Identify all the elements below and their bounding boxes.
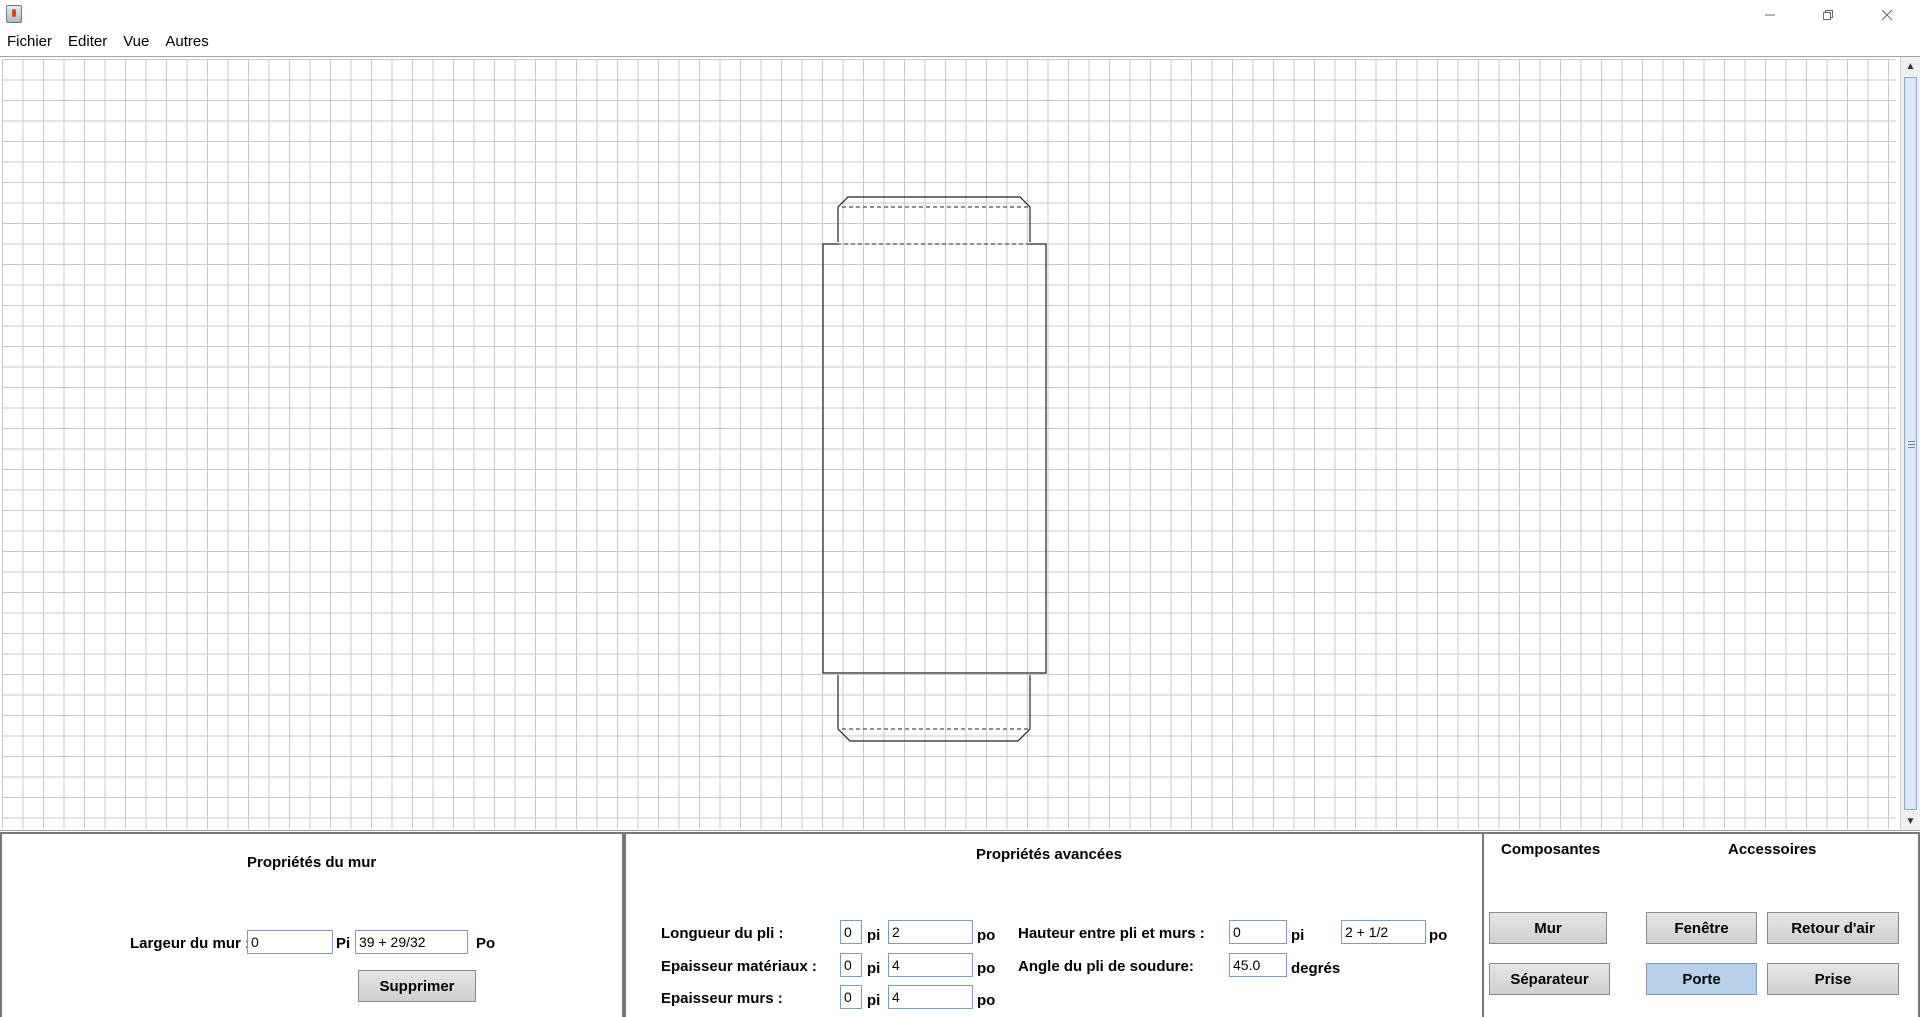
grip-line — [1908, 441, 1915, 442]
wall-thickness-po-input[interactable] — [888, 985, 973, 1009]
grip-line — [1908, 447, 1915, 448]
menu-fichier[interactable]: Fichier — [0, 30, 60, 54]
menu-bar: Fichier Editer Vue Autres — [0, 30, 1920, 54]
material-thickness-pi-unit: pi — [867, 960, 881, 977]
vertical-scrollbar[interactable]: ▲ ▼ — [1900, 57, 1920, 830]
accessories-title: Accessoires — [1728, 841, 1817, 858]
wall-width-pi-unit: Pi — [336, 935, 351, 952]
fold-length-po-unit: po — [977, 927, 996, 944]
close-icon[interactable] — [1864, 0, 1910, 30]
wall-width-label: Largeur du mur : — [130, 935, 251, 952]
wall-width-po-unit: Po — [476, 935, 496, 952]
material-thickness-po-unit: po — [977, 960, 996, 977]
wall-thickness-label: Epaisseur murs : — [661, 990, 783, 1007]
restore-icon[interactable] — [1805, 0, 1851, 30]
components-title: Composantes — [1501, 841, 1601, 858]
fold-length-pi-input[interactable] — [840, 920, 862, 944]
weld-angle-label: Angle du pli de soudure: — [1018, 958, 1194, 975]
wall-width-pi-input[interactable] — [247, 930, 333, 954]
height-pi-input[interactable] — [1229, 920, 1287, 944]
separateur-button[interactable]: Séparateur — [1489, 963, 1610, 995]
components-panel: Composantes Accessoires Mur Séparateur F… — [1482, 832, 1920, 1017]
advanced-properties-panel: Propriétés avancées Longueur du pli : pi… — [624, 832, 1484, 1017]
fold-length-pi-unit: pi — [867, 927, 881, 944]
grid-canvas[interactable] — [2, 59, 1896, 829]
mur-button[interactable]: Mur — [1489, 912, 1607, 944]
scroll-up-icon[interactable]: ▲ — [1901, 57, 1920, 75]
wall-thickness-po-unit: po — [977, 992, 996, 1009]
scroll-thumb[interactable] — [1904, 77, 1917, 810]
main-body-outline — [822, 243, 1047, 674]
duct-drawing[interactable] — [2, 59, 1896, 829]
retour-air-button[interactable]: Retour d'air — [1767, 912, 1899, 944]
title-bar — [0, 0, 1920, 30]
bottom-tab-outline — [837, 675, 1031, 742]
grip-line — [1908, 444, 1915, 445]
menu-editer[interactable]: Editer — [60, 30, 115, 54]
wall-width-po-input[interactable] — [355, 930, 468, 954]
minimize-icon[interactable] — [1747, 0, 1793, 30]
fenetre-button[interactable]: Fenêtre — [1646, 912, 1757, 944]
weld-angle-input[interactable] — [1229, 953, 1287, 977]
height-pi-unit: pi — [1291, 927, 1305, 944]
menu-autres[interactable]: Autres — [157, 30, 216, 54]
material-thickness-po-input[interactable] — [888, 953, 973, 977]
height-po-unit: po — [1429, 927, 1448, 944]
wall-thickness-pi-unit: pi — [867, 992, 881, 1009]
fold-length-label: Longueur du pli : — [661, 925, 784, 942]
drawing-area: ▲ ▼ — [0, 56, 1920, 831]
height-po-input[interactable] — [1341, 920, 1426, 944]
prise-button[interactable]: Prise — [1767, 963, 1899, 995]
scroll-down-icon[interactable]: ▼ — [1901, 812, 1920, 830]
porte-button[interactable]: Porte — [1646, 963, 1757, 995]
material-thickness-label: Epaisseur matériaux : — [661, 958, 817, 975]
fold-length-po-input[interactable] — [888, 920, 973, 944]
material-thickness-pi-input[interactable] — [840, 953, 862, 977]
weld-angle-unit: degrés — [1291, 960, 1341, 977]
height-fold-walls-label: Hauteur entre pli et murs : — [1018, 925, 1205, 942]
advanced-properties-title: Propriétés avancées — [976, 846, 1122, 863]
top-tab-outline — [837, 196, 1031, 242]
wall-thickness-pi-input[interactable] — [840, 985, 862, 1009]
delete-button[interactable]: Supprimer — [358, 970, 476, 1002]
wall-properties-panel: Propriétés du mur Largeur du mur : Pi Po… — [0, 832, 624, 1017]
wall-properties-title: Propriétés du mur — [247, 854, 377, 871]
java-app-icon — [6, 5, 22, 23]
menu-vue[interactable]: Vue — [115, 30, 157, 54]
